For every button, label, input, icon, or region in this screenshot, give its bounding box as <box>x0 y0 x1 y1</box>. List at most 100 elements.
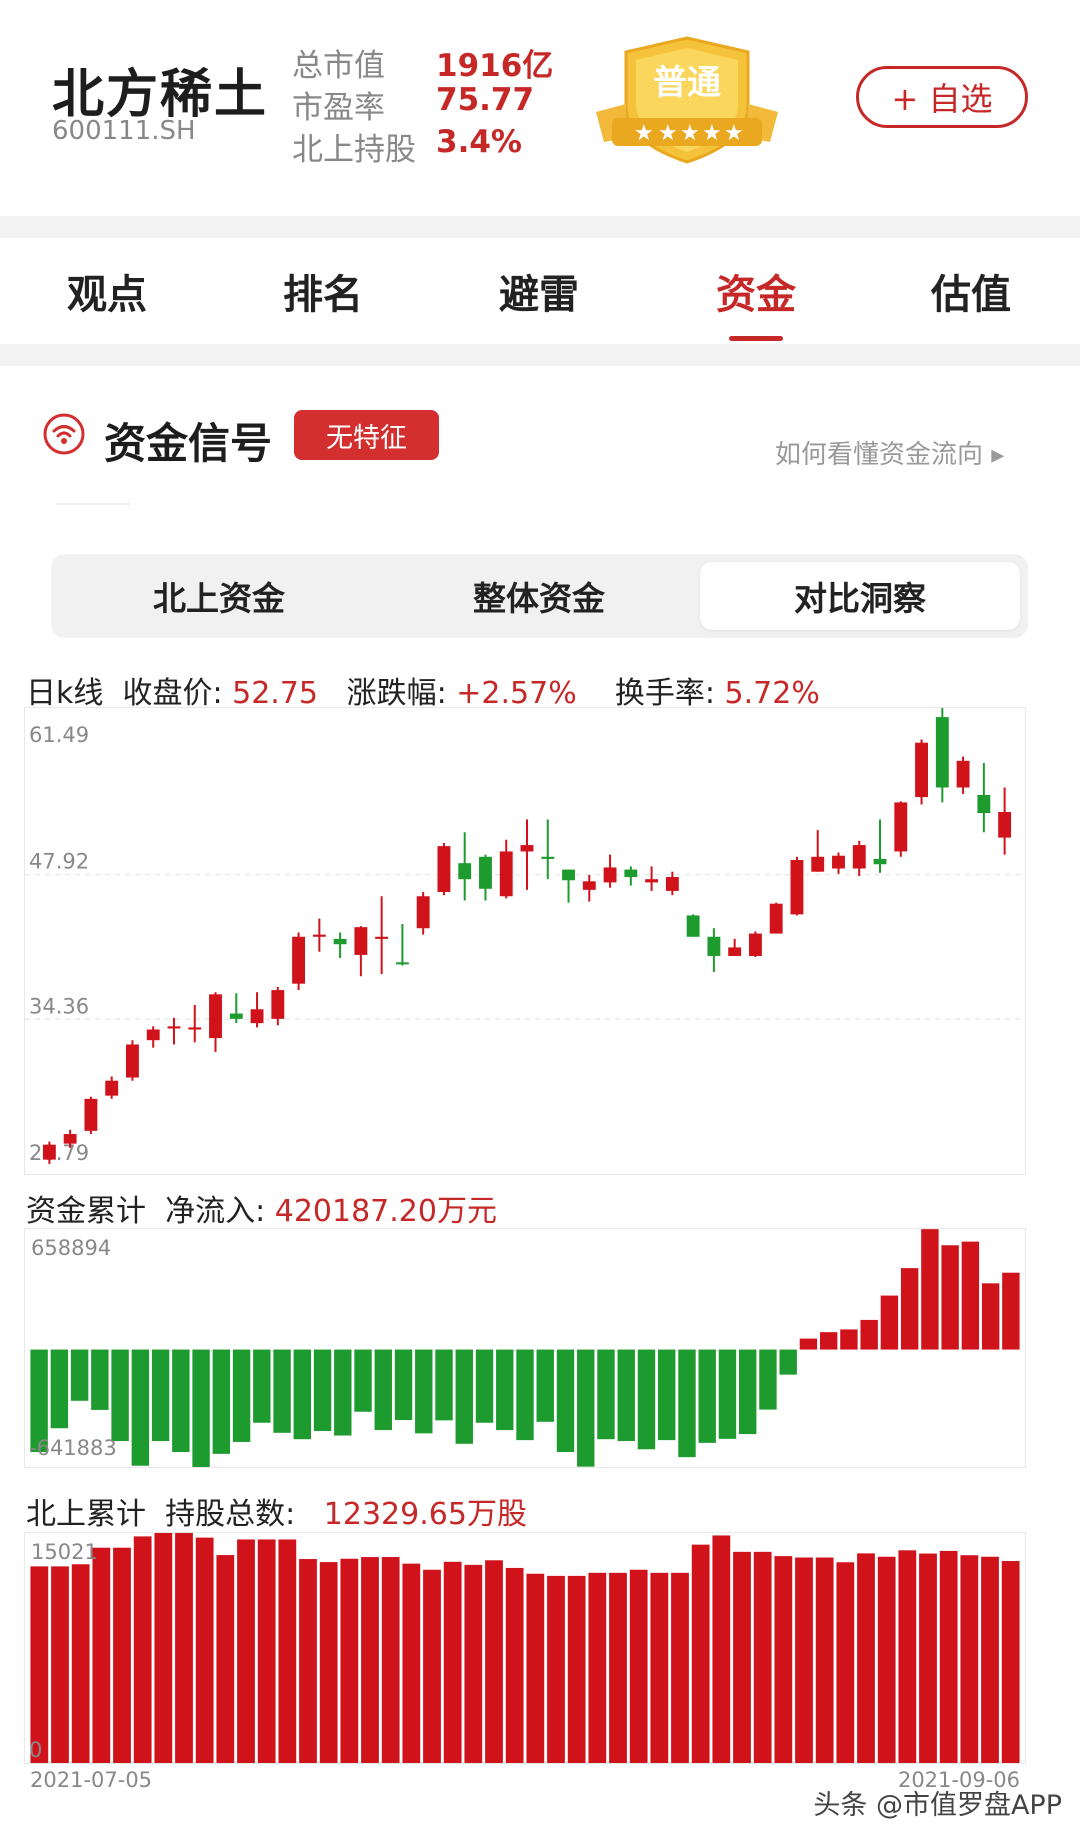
candle-body <box>748 933 762 956</box>
star-icon: ★ <box>658 121 678 146</box>
flow-bar <box>880 1295 899 1350</box>
hold-label: 持股总数: <box>165 1497 296 1532</box>
candle-body <box>84 1098 98 1131</box>
flow-bar <box>70 1349 89 1401</box>
metric-label-northbound: 北上持股 <box>292 132 416 168</box>
tab-ranking[interactable]: 排名 <box>238 262 408 320</box>
candle-body <box>209 994 222 1039</box>
flow-bar <box>577 1349 595 1467</box>
star-icon: ★ <box>680 121 700 146</box>
flow-bar <box>516 1349 534 1441</box>
star-icon: ★ <box>634 121 654 146</box>
segment-northbound[interactable]: 北上资金 <box>59 562 379 630</box>
hold-bar <box>299 1559 317 1763</box>
flow-bar <box>637 1349 656 1450</box>
flow-bar <box>900 1268 919 1350</box>
segment-overall[interactable]: 整体资金 <box>379 562 699 630</box>
candle-body <box>395 962 409 965</box>
hold-bar <box>609 1572 627 1763</box>
y-tick-label: 20.79 <box>29 1141 89 1165</box>
flow-bar <box>597 1349 615 1440</box>
active-tab-indicator <box>729 336 783 341</box>
stock-code: 600111.SH <box>52 116 196 146</box>
tab-valuation[interactable]: 估值 <box>886 262 1056 320</box>
flow-bar <box>718 1349 737 1439</box>
metric-value-market-cap: 1916亿 <box>436 48 554 84</box>
turnover-value: 5.72% <box>724 676 820 711</box>
flow-bar <box>394 1349 413 1420</box>
candle-body <box>728 947 742 956</box>
tab-funds[interactable]: 资金 <box>671 262 841 320</box>
change-label: 涨跌幅: <box>346 676 447 711</box>
signal-title: 资金信号 <box>104 419 273 468</box>
candle-body <box>375 936 389 939</box>
hold-bar <box>1001 1561 1020 1763</box>
hold-bar <box>712 1535 731 1763</box>
hold-bar <box>423 1569 441 1763</box>
candle-body <box>873 858 887 865</box>
flow-bar <box>475 1349 494 1423</box>
candle-body <box>271 990 285 1019</box>
flow-bar <box>698 1349 716 1443</box>
candle-body <box>416 896 430 929</box>
hold-bar <box>547 1575 565 1763</box>
y-tick-label: 61.49 <box>29 723 89 747</box>
metric-value-northbound: 3.4% <box>436 124 522 160</box>
help-link[interactable]: 如何看懂资金流向 ▸ <box>775 434 1004 471</box>
flow-bar <box>151 1349 170 1442</box>
shield-badge-icon: 普通 ★ ★ ★ ★ ★ <box>596 36 778 164</box>
short-divider <box>57 503 130 505</box>
flow-bar <box>435 1349 453 1421</box>
x-start-label: 2021-07-05 <box>30 1768 152 1792</box>
hold-bar <box>567 1575 586 1763</box>
hold-bar <box>671 1572 689 1763</box>
flow-bar <box>617 1349 635 1442</box>
flow-bar <box>981 1283 1000 1350</box>
candle-body <box>42 1144 56 1160</box>
candle-body <box>105 1080 119 1096</box>
segment-compare[interactable]: 对比洞察 <box>700 562 1020 630</box>
y-tick-label: 0 <box>29 1738 42 1762</box>
hold-bar <box>815 1557 834 1763</box>
flow-prefix: 资金累计 <box>26 1194 146 1229</box>
hold-bar <box>836 1562 855 1763</box>
flow-bar <box>556 1349 575 1453</box>
hold-bar <box>505 1567 524 1763</box>
flow-bar <box>779 1349 797 1375</box>
hold-bar <box>257 1539 276 1763</box>
flow-bar <box>293 1349 312 1440</box>
flow-bar <box>313 1349 332 1431</box>
candle-body <box>935 717 949 788</box>
metric-label-pe: 市盈率 <box>292 90 385 126</box>
flow-bar <box>941 1245 959 1350</box>
hold-bar <box>526 1573 545 1763</box>
hold-bar <box>733 1551 751 1763</box>
candle-body <box>707 936 721 956</box>
flow-bar <box>172 1349 190 1453</box>
add-watchlist-button[interactable]: + 自选 <box>856 66 1028 128</box>
candle-body <box>832 855 845 869</box>
hold-bar <box>195 1537 214 1763</box>
hold-bar <box>691 1544 710 1763</box>
metric-value-pe: 75.77 <box>436 82 535 118</box>
candle-body <box>499 851 513 897</box>
flow-bar <box>415 1349 433 1434</box>
tab-viewpoint[interactable]: 观点 <box>22 262 192 320</box>
y-tick-label: -641883 <box>29 1436 117 1460</box>
hold-bar <box>381 1557 400 1763</box>
flow-chart: 658894 -641883 <box>29 1229 1020 1469</box>
flow-bar <box>921 1229 939 1350</box>
hold-bar <box>340 1558 359 1763</box>
flow-bar <box>496 1349 514 1431</box>
flow-bar <box>334 1349 352 1436</box>
flow-bar <box>232 1349 251 1442</box>
candle-body <box>229 1013 243 1019</box>
hold-bar <box>960 1555 979 1763</box>
hold-bar <box>175 1533 193 1763</box>
candle-body <box>520 845 534 852</box>
candle-body <box>998 812 1012 838</box>
flow-bar <box>860 1319 878 1350</box>
tab-risk[interactable]: 避雷 <box>454 262 624 320</box>
hold-chart: 15021 0 <box>29 1533 1020 1763</box>
candle-body <box>790 859 804 915</box>
